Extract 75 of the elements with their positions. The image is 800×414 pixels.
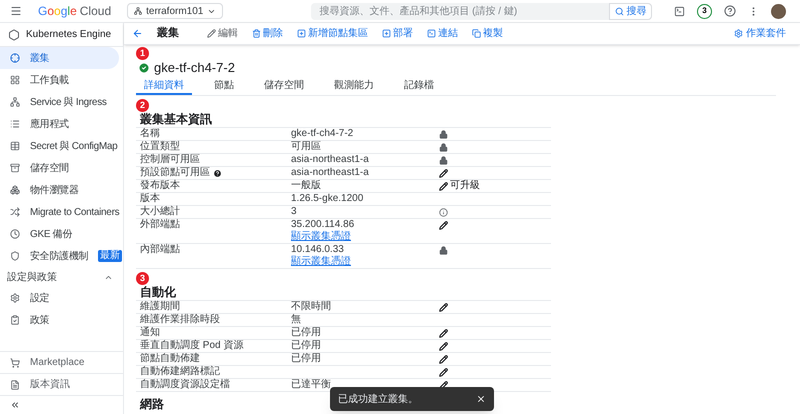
sidebar-item[interactable]: Migrate to Containers bbox=[0, 201, 119, 223]
tab[interactable]: 節點 bbox=[206, 78, 242, 95]
sidebar-item[interactable]: 應用程式 bbox=[0, 113, 119, 135]
logo[interactable]: Google Cloud bbox=[38, 2, 112, 20]
field-value: 10.146.0.33 bbox=[291, 244, 344, 256]
sidebar-item[interactable]: 叢集 bbox=[0, 47, 119, 69]
tab[interactable]: 儲存空間 bbox=[256, 78, 312, 95]
toolbar-button[interactable]: 複製 bbox=[472, 26, 503, 41]
show-credentials-link[interactable]: 顯示叢集憑證 bbox=[291, 256, 351, 268]
field-label: 大小總計 bbox=[140, 206, 180, 218]
field-value: 已達平衡 bbox=[291, 379, 331, 391]
sidebar-item[interactable]: 設定 bbox=[0, 287, 119, 309]
toolbar-button[interactable]: 連結 bbox=[427, 26, 458, 41]
field-label: 預設節點可用區 bbox=[140, 167, 210, 179]
field-label: 版本 bbox=[140, 193, 160, 205]
toolbar-button[interactable]: 刪除 bbox=[252, 26, 283, 41]
field-value: 已停用 bbox=[291, 340, 321, 352]
field-value: asia-northeast1-a bbox=[291, 154, 369, 166]
sidebar-item[interactable]: GKE 備份 bbox=[0, 223, 119, 245]
toast-message: 已成功建立叢集。 bbox=[338, 392, 418, 406]
field-label: 自動佈建網路標記 bbox=[140, 366, 220, 378]
sidebar-item[interactable]: 政策 bbox=[0, 309, 119, 331]
field-value: 無 bbox=[291, 314, 301, 326]
field-value: 不限時間 bbox=[291, 301, 331, 313]
operations-button[interactable]: 作業套件 bbox=[734, 26, 786, 41]
field-value: asia-northeast1-a bbox=[291, 167, 369, 179]
field-label: 名稱 bbox=[140, 128, 160, 140]
product-title: Kubernetes Engine bbox=[26, 28, 112, 42]
field-value: 已停用 bbox=[291, 353, 321, 365]
sidebar-item[interactable]: 工作負載 bbox=[0, 69, 119, 91]
project-picker[interactable]: terraform101 bbox=[127, 3, 224, 19]
show-credentials-link[interactable]: 顯示叢集憑證 bbox=[291, 231, 351, 243]
upgrade-link[interactable]: 可升級 bbox=[450, 180, 480, 192]
section-title: 網路 bbox=[140, 397, 164, 412]
sidebar-item[interactable]: 物件瀏覽器 bbox=[0, 179, 119, 201]
field-value: 一般版 bbox=[291, 180, 321, 192]
field-label: 自動調度資源設定檔 bbox=[140, 379, 230, 391]
field-value: 1.26.5-gke.1200 bbox=[291, 193, 364, 205]
field-value: gke-tf-ch4-7-2 bbox=[291, 128, 354, 140]
sidebar-item[interactable]: 儲存空間 bbox=[0, 157, 119, 179]
field-label: 維護期間 bbox=[140, 301, 180, 313]
field-value: 35.200.114.86 bbox=[291, 219, 354, 230]
toolbar-button[interactable]: 部署 bbox=[382, 26, 413, 41]
field-label: 通知 bbox=[140, 327, 160, 339]
field-label: 位置類型 bbox=[140, 141, 180, 153]
search-field[interactable]: 搜尋資源、文件、產品和其他項目 (請按 / 鍵) bbox=[311, 2, 610, 20]
tab[interactable]: 詳細資料 bbox=[136, 78, 192, 95]
notification-count[interactable]: 3 bbox=[697, 4, 712, 18]
tab[interactable]: 觀測能力 bbox=[326, 78, 382, 95]
search-button[interactable]: 搜尋 bbox=[609, 2, 652, 20]
field-label: 節點自動佈建 bbox=[140, 353, 200, 365]
field-label: 內部端點 bbox=[140, 244, 180, 256]
toolbar-button[interactable]: 新增節點集區 bbox=[297, 26, 368, 41]
cluster-name: gke-tf-ch4-7-2 bbox=[154, 60, 235, 75]
field-label: 控制層可用區 bbox=[140, 154, 200, 166]
section-title: 叢集基本資訊 bbox=[140, 112, 212, 127]
sidebar-item[interactable]: Secret 與 ConfigMap bbox=[0, 135, 119, 157]
new-badge: 最新 bbox=[98, 250, 122, 262]
field-label: 維護作業排除時段 bbox=[140, 314, 220, 326]
annotation-marker: 2 bbox=[136, 99, 149, 112]
field-value: 可用區 bbox=[291, 141, 321, 153]
section-heading: 設定與政策 bbox=[7, 270, 57, 284]
field-label: 外部端點 bbox=[140, 219, 180, 231]
tab[interactable]: 記錄檔 bbox=[396, 78, 442, 95]
sidebar-footer-item[interactable]: Marketplace bbox=[0, 352, 123, 374]
page-title: 叢集 bbox=[157, 26, 179, 42]
sidebar-item[interactable]: Service 與 Ingress bbox=[0, 91, 119, 113]
field-value: 3 bbox=[291, 206, 297, 218]
field-value: 已停用 bbox=[291, 327, 321, 339]
annotation-marker: 1 bbox=[136, 47, 149, 60]
annotation-marker: 3 bbox=[136, 272, 149, 285]
field-label: 發布版本 bbox=[140, 180, 180, 192]
section-title: 自動化 bbox=[140, 285, 176, 300]
sidebar-footer-item[interactable]: 版本資訊 bbox=[0, 374, 123, 396]
field-label: 垂直自動調度 Pod 資源 bbox=[140, 340, 244, 352]
